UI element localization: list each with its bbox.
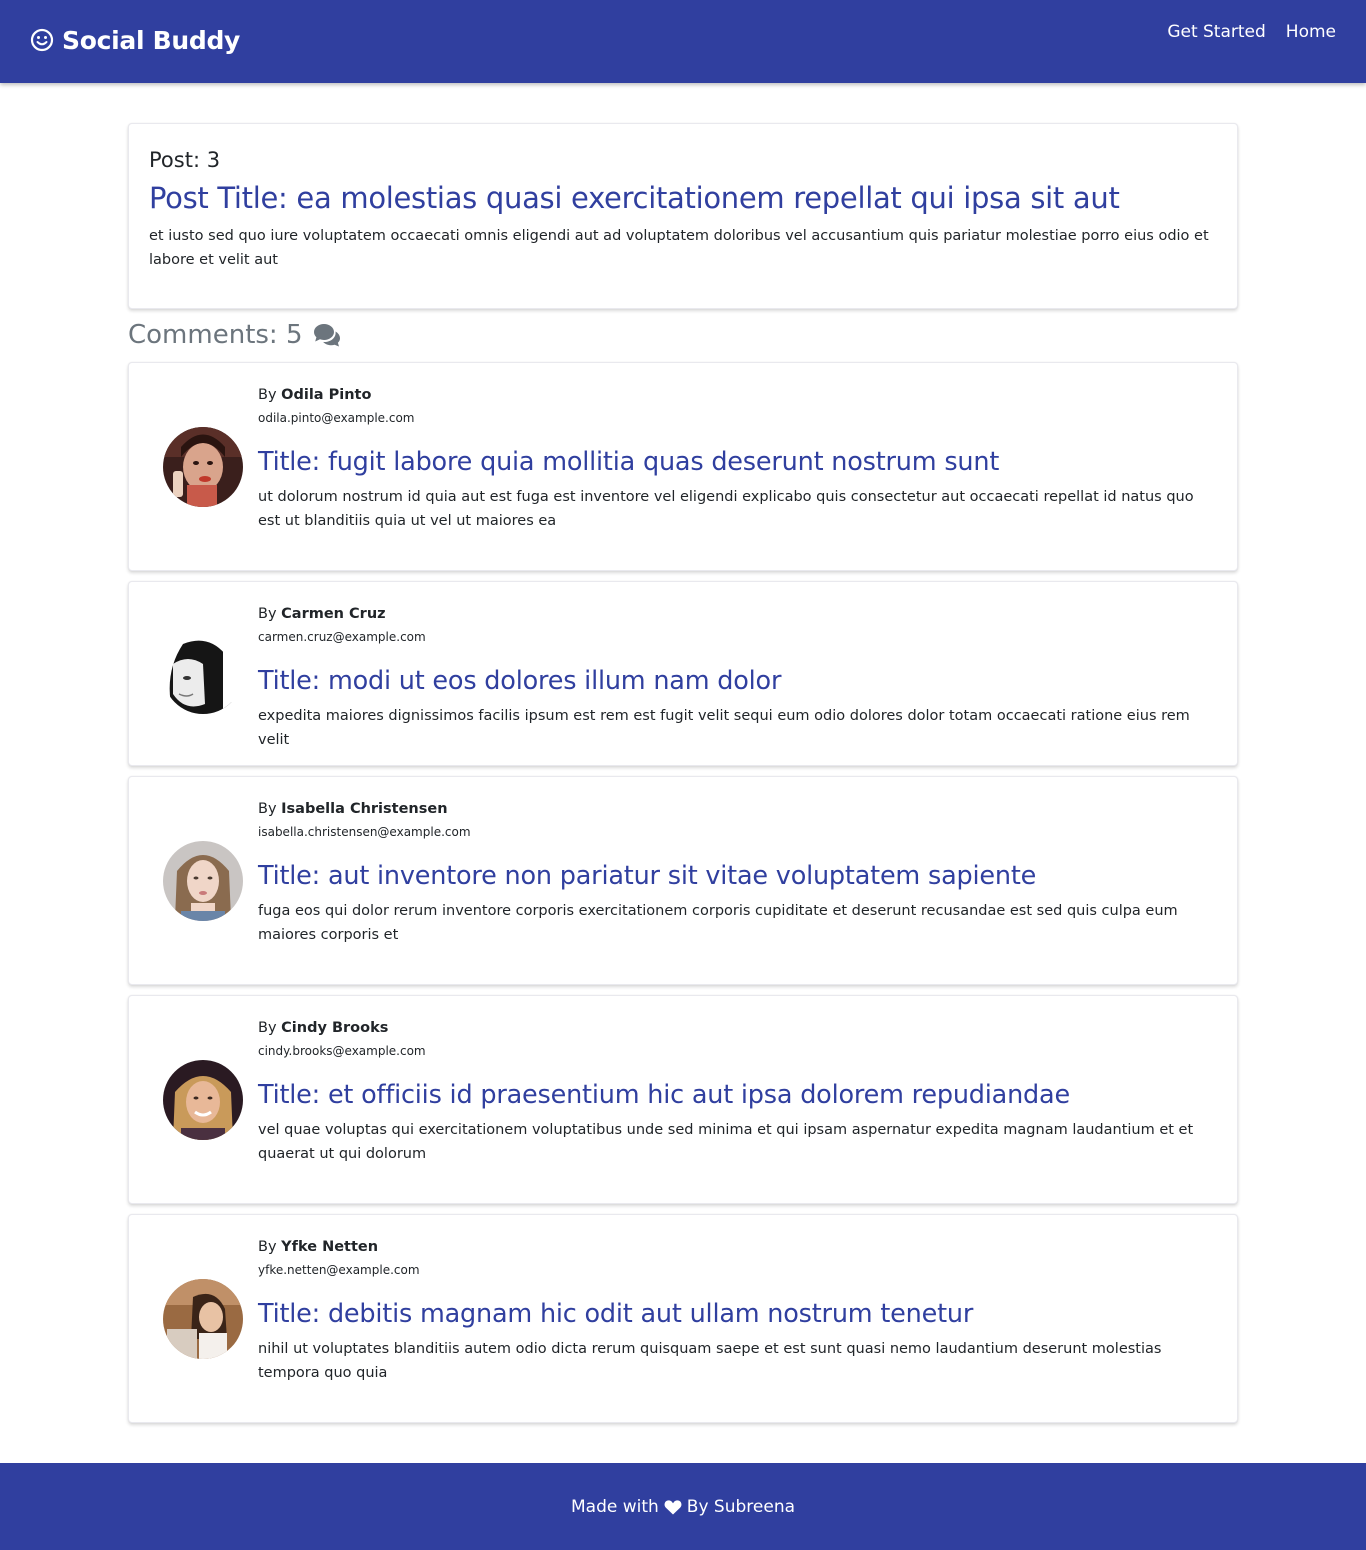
by-label: By <box>258 1020 277 1036</box>
avatar <box>163 1279 243 1359</box>
comment-body: fuga eos qui dolor rerum inventore corpo… <box>258 903 1178 943</box>
nav-links: Get Started Home <box>1167 22 1336 42</box>
comment-author: Yfke Netten <box>281 1239 379 1255</box>
comment-content: By Cindy Brooks cindy.brooks@example.com… <box>258 1018 1219 1166</box>
footer-author: By Subreena <box>686 1496 796 1517</box>
comment-email: isabella.christensen@example.com <box>258 825 471 839</box>
comment-card: By Isabella Christensen isabella.christe… <box>128 776 1238 985</box>
brand-name: Social Buddy <box>62 25 241 55</box>
comment-body: vel quae voluptas qui exercitationem vol… <box>258 1122 1194 1162</box>
comment-title: Title: modi ut eos dolores illum nam dol… <box>258 666 782 696</box>
navbar: Social Buddy Get Started Home <box>0 0 1366 83</box>
comment-title: Title: fugit labore quia mollitia quas d… <box>258 447 1000 477</box>
post-body: et iusto sed quo iure voluptatem occaeca… <box>149 228 1209 268</box>
comment-title: Title: et officiis id praesentium hic au… <box>258 1080 1070 1110</box>
comment-card: By Carmen Cruz carmen.cruz@example.com T… <box>128 581 1238 766</box>
comment-body: ut dolorum nostrum id quia aut est fuga … <box>258 489 1194 529</box>
by-label: By <box>258 387 277 403</box>
comment-email: odila.pinto@example.com <box>258 411 415 425</box>
footer: Made with By Subreena <box>0 1463 1366 1550</box>
by-label: By <box>258 606 277 622</box>
avatar <box>163 427 243 507</box>
comment-body: nihil ut voluptates blanditiis autem odi… <box>258 1341 1162 1381</box>
comment-byline: By Carmen Cruz <box>258 604 1219 624</box>
comment-email: carmen.cruz@example.com <box>258 630 426 644</box>
comment-content: By Odila Pinto odila.pinto@example.com T… <box>258 385 1219 533</box>
comment-author: Carmen Cruz <box>281 606 386 622</box>
comment-card: By Yfke Netten yfke.netten@example.com T… <box>128 1214 1238 1423</box>
avatar <box>163 634 243 714</box>
comment-email: cindy.brooks@example.com <box>258 1044 426 1058</box>
heart-icon <box>664 1499 682 1514</box>
nav-get-started[interactable]: Get Started <box>1167 22 1265 42</box>
brand-link[interactable]: Social Buddy <box>30 22 240 58</box>
post-number: Post: 3 <box>149 148 221 172</box>
post-card: Post: 3 Post Title: ea molestias quasi e… <box>128 123 1238 309</box>
comment-byline: By Odila Pinto <box>258 385 1219 405</box>
avatar <box>163 1060 243 1140</box>
footer-made-with: Made with <box>570 1496 659 1517</box>
comment-email: yfke.netten@example.com <box>258 1263 420 1277</box>
comment-title: Title: debitis magnam hic odit aut ullam… <box>258 1299 974 1329</box>
nav-home[interactable]: Home <box>1286 22 1336 42</box>
smile-icon <box>30 28 54 52</box>
comment-author: Cindy Brooks <box>281 1020 389 1036</box>
comments-heading: Comments: 5 <box>128 320 341 350</box>
comment-card: By Odila Pinto odila.pinto@example.com T… <box>128 362 1238 571</box>
comment-content: By Yfke Netten yfke.netten@example.com T… <box>258 1237 1219 1385</box>
comments-count: Comments: 5 <box>128 320 303 350</box>
by-label: By <box>258 801 277 817</box>
by-label: By <box>258 1239 277 1255</box>
comment-author: Isabella Christensen <box>281 801 448 817</box>
comment-byline: By Cindy Brooks <box>258 1018 1219 1038</box>
comment-author: Odila Pinto <box>281 387 372 403</box>
post-title: Post Title: ea molestias quasi exercitat… <box>149 181 1120 215</box>
comments-icon <box>313 324 340 347</box>
comment-content: By Carmen Cruz carmen.cruz@example.com T… <box>258 604 1219 752</box>
comment-card: By Cindy Brooks cindy.brooks@example.com… <box>128 995 1238 1204</box>
comment-title: Title: aut inventore non pariatur sit vi… <box>258 861 1037 891</box>
comment-body: expedita maiores dignissimos facilis ips… <box>258 708 1190 748</box>
avatar <box>163 841 243 921</box>
comment-content: By Isabella Christensen isabella.christe… <box>258 799 1219 947</box>
comment-byline: By Isabella Christensen <box>258 799 1219 819</box>
comment-byline: By Yfke Netten <box>258 1237 1219 1257</box>
